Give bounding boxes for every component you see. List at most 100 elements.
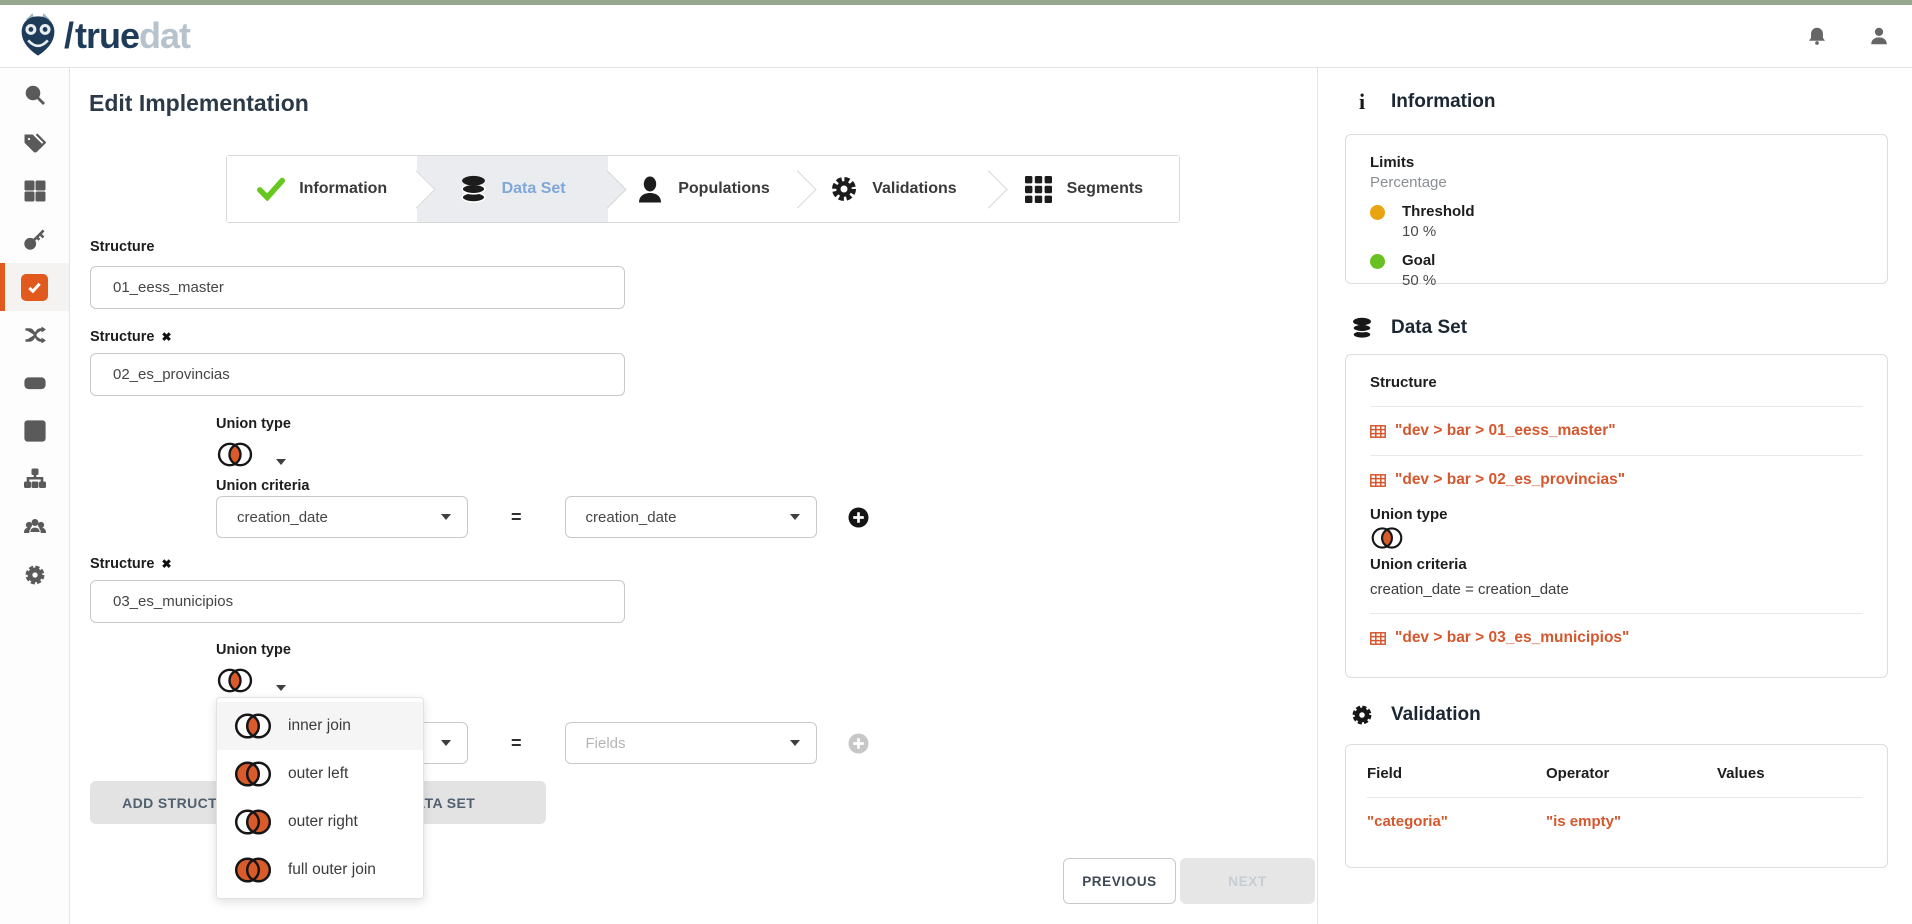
sidebar-item-metrics[interactable]	[0, 407, 69, 455]
summary-panel: i Information Limits Percentage Threshol…	[1318, 68, 1912, 924]
tab-segments[interactable]: Segments	[989, 156, 1179, 222]
truedat-logo[interactable]: /truedat	[16, 12, 190, 60]
sidebar-item-settings[interactable]	[0, 551, 69, 599]
brand-wordmark: /truedat	[64, 15, 190, 57]
threshold-dot	[1370, 205, 1385, 220]
inner-join-venn-icon	[233, 711, 273, 741]
threshold-metric: Threshold 10 %	[1370, 203, 1863, 240]
column-operator: Operator	[1546, 765, 1717, 782]
chevron-down-icon	[276, 685, 286, 691]
sidebar-item-data-sources[interactable]	[0, 359, 69, 407]
database-icon	[1351, 317, 1373, 339]
tab-populations[interactable]: Populations	[608, 156, 798, 222]
gear-icon	[830, 175, 858, 203]
person-icon	[636, 175, 664, 203]
dropdown-item-inner-join[interactable]: inner join	[217, 702, 423, 750]
information-card: Limits Percentage Threshold 10 % Goal 50…	[1345, 134, 1888, 284]
union-criteria-value: creation_date = creation_date	[1370, 581, 1863, 598]
divider	[1370, 455, 1863, 456]
grid-icon	[1025, 175, 1053, 203]
chevron-down-icon	[441, 740, 451, 746]
tab-validations[interactable]: Validations	[798, 156, 988, 222]
column-field: Field	[1367, 765, 1546, 782]
dataset-section-header: Data Set	[1351, 317, 1467, 339]
validation-row: "categoria" "is empty"	[1367, 813, 1887, 830]
left-field-select[interactable]: creation_date	[216, 496, 468, 538]
sidebar-item-users[interactable]	[0, 503, 69, 551]
wizard-stepper: Information Data Set Populations Validat…	[226, 155, 1180, 223]
validation-card: Field Operator Values "categoria" "is em…	[1345, 744, 1888, 868]
sidebar-item-dashboard[interactable]	[0, 167, 69, 215]
union-type-selector-2[interactable]	[216, 665, 291, 695]
remove-structure-icon[interactable]: ✖	[161, 330, 171, 344]
main-content: Edit Implementation Information Data Set…	[70, 68, 1318, 924]
app-header: /truedat	[0, 5, 1912, 68]
structure-link-2[interactable]: "dev > bar > 02_es_provincias"	[1370, 471, 1863, 489]
limits-type: Percentage	[1370, 174, 1863, 191]
equals-sign: =	[511, 733, 522, 754]
add-criteria-icon[interactable]	[848, 507, 869, 528]
sidebar-item-search[interactable]	[0, 71, 69, 119]
user-profile-icon[interactable]	[1868, 25, 1890, 47]
check-icon	[257, 175, 285, 203]
divider	[1367, 797, 1863, 798]
previous-button[interactable]: PREVIOUS	[1063, 858, 1176, 904]
divider	[1370, 613, 1863, 614]
next-button-disabled[interactable]: NEXT	[1180, 858, 1315, 904]
brand-primary: true	[75, 15, 139, 56]
sidebar-item-shuffle[interactable]	[0, 311, 69, 359]
tab-information[interactable]: Information	[227, 156, 417, 222]
union-type-label: Union type	[216, 642, 291, 658]
validation-operator: "is empty"	[1546, 813, 1717, 830]
brand-secondary: dat	[139, 15, 190, 56]
limits-label: Limits	[1370, 154, 1863, 171]
join-type-venn-icon	[216, 666, 254, 695]
union-type-selector-1[interactable]	[216, 439, 309, 469]
sidebar-item-quality-active[interactable]	[0, 263, 69, 311]
structure-summary-label: Structure	[1370, 374, 1863, 391]
add-criteria-icon-disabled[interactable]	[848, 733, 869, 754]
remove-structure-icon[interactable]: ✖	[161, 557, 171, 571]
chevron-down-icon	[790, 740, 800, 746]
union-criteria-row-1: creation_date = creation_date	[216, 496, 869, 538]
information-section-header: i Information	[1351, 91, 1496, 113]
structure-link-1[interactable]: "dev > bar > 01_eess_master"	[1370, 422, 1863, 440]
quality-check-icon	[21, 274, 48, 301]
join-type-venn-icon	[216, 440, 254, 469]
left-nav-sidebar	[0, 68, 70, 924]
database-icon	[460, 175, 488, 203]
join-type-dropdown: inner join outer left outer right full o…	[216, 697, 424, 899]
sidebar-item-hierarchy[interactable]	[0, 455, 69, 503]
right-field-select[interactable]: creation_date	[565, 496, 817, 538]
union-type-summary-label: Union type	[1370, 506, 1863, 523]
right-field-select[interactable]: Fields	[565, 722, 817, 764]
dataset-card: Structure "dev > bar > 01_eess_master" "…	[1345, 354, 1888, 678]
goal-metric: Goal 50 %	[1370, 252, 1863, 289]
page-title: Edit Implementation	[89, 90, 309, 117]
dropdown-item-full-outer-join[interactable]: full outer join	[217, 846, 423, 894]
validation-field: "categoria"	[1367, 813, 1546, 830]
sidebar-item-tags[interactable]	[0, 119, 69, 167]
notifications-bell-icon[interactable]	[1806, 25, 1828, 47]
structure-label-1: Structure	[90, 239, 154, 255]
tab-data-set[interactable]: Data Set	[417, 156, 607, 222]
chevron-down-icon	[276, 459, 286, 465]
sidebar-item-key[interactable]	[0, 215, 69, 263]
fields-placeholder: Fields	[586, 735, 626, 752]
validation-section-header: Validation	[1351, 704, 1481, 726]
union-criteria-label: Union criteria	[216, 478, 309, 494]
union-type-block-1: Union type Union criteria	[216, 416, 309, 494]
column-values: Values	[1717, 765, 1887, 782]
outer-left-venn-icon	[233, 759, 273, 789]
structure-label-2: Structure✖	[90, 329, 172, 345]
structure-input-1[interactable]	[90, 266, 625, 309]
gear-icon	[1351, 704, 1373, 726]
structure-input-2[interactable]	[90, 353, 625, 396]
union-type-block-2: Union type	[216, 642, 291, 695]
dropdown-item-outer-left[interactable]: outer left	[217, 750, 423, 798]
chevron-down-icon	[790, 514, 800, 520]
structure-link-3[interactable]: "dev > bar > 03_es_municipios"	[1370, 629, 1863, 647]
full-outer-join-venn-icon	[233, 855, 273, 885]
dropdown-item-outer-right[interactable]: outer right	[217, 798, 423, 846]
structure-input-3[interactable]	[90, 580, 625, 623]
